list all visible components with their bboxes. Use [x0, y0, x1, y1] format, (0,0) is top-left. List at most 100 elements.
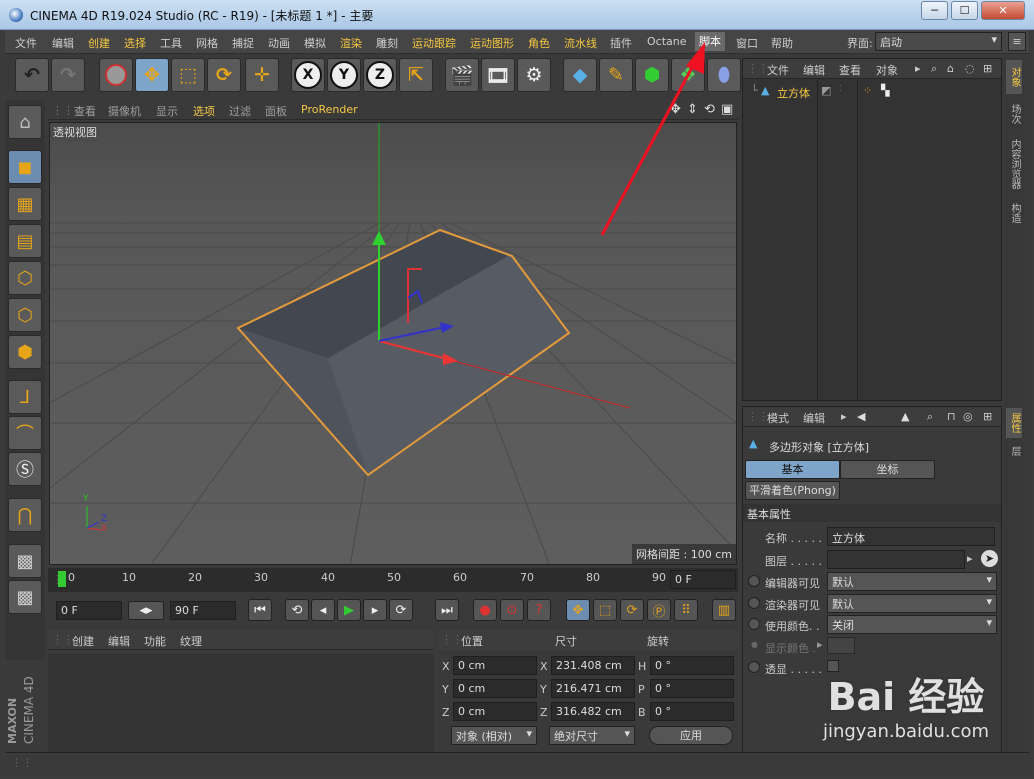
- apply-button[interactable]: 应用: [649, 726, 733, 745]
- axis-mode-button[interactable]: ⅃: [8, 380, 42, 414]
- material-menu-create[interactable]: 创建: [72, 633, 94, 649]
- next-frame-button[interactable]: ▸: [363, 599, 387, 621]
- attr-new-window-icon[interactable]: ⊞: [983, 410, 992, 423]
- render-settings-button[interactable]: ⚙: [517, 58, 551, 92]
- layer-field[interactable]: [827, 550, 965, 569]
- viewport-menu-camera[interactable]: 摄像机: [108, 103, 141, 119]
- pos-y-field[interactable]: 0 cm: [453, 679, 537, 698]
- playhead[interactable]: [58, 571, 66, 587]
- model-mode-button[interactable]: ◼: [8, 150, 42, 184]
- tab-phong[interactable]: 平滑着色(Phong): [745, 481, 840, 500]
- use-color-animate-icon[interactable]: [748, 618, 760, 630]
- rot-b-field[interactable]: 0 °: [650, 702, 734, 721]
- magnet-button[interactable]: ⋂: [8, 498, 42, 532]
- rotate-tool-button[interactable]: ⟳: [207, 58, 241, 92]
- previous-frame-button[interactable]: ◂: [311, 599, 335, 621]
- attr-menu-mode[interactable]: 模式: [767, 410, 789, 426]
- menu-sculpt[interactable]: 雕刻: [376, 35, 398, 51]
- name-input[interactable]: 立方体: [827, 527, 995, 546]
- menu-edit[interactable]: 编辑: [52, 35, 74, 51]
- layout-menu-button[interactable]: ≡: [1008, 32, 1026, 51]
- undo-button[interactable]: ↶: [15, 58, 49, 92]
- tab-attributes[interactable]: 属性: [1006, 408, 1022, 438]
- key-position-button[interactable]: ✥: [566, 599, 590, 621]
- key-parameter-button[interactable]: Ⓟ: [647, 599, 671, 621]
- timeline-window-button[interactable]: ▥: [712, 599, 736, 621]
- menu-simulate[interactable]: 模拟: [304, 35, 326, 51]
- object-menu-file[interactable]: 文件: [767, 62, 789, 78]
- range-slider[interactable]: ◂▸: [128, 601, 164, 620]
- uvw-tag-icon[interactable]: ▚: [881, 84, 889, 97]
- xray-animate-icon[interactable]: [748, 661, 760, 673]
- y-axis-lock-button[interactable]: Y: [327, 58, 361, 92]
- timeline[interactable]: ⋮ 0 10 20 30 40 50 60 70 80 90 0 F: [48, 568, 738, 592]
- close-button[interactable]: ✕: [981, 1, 1025, 20]
- viewport-menu-display[interactable]: 显示: [156, 103, 178, 119]
- editor-visible-dropdown[interactable]: 默认: [827, 572, 997, 591]
- size-mode-dropdown[interactable]: 绝对尺寸: [549, 726, 635, 745]
- menu-character[interactable]: 角色: [528, 35, 550, 51]
- auto-keying-button[interactable]: ⊙: [500, 599, 524, 621]
- layer-picker-icon[interactable]: ➤: [981, 550, 998, 567]
- menu-file[interactable]: 文件: [15, 35, 37, 51]
- polygons-mode-button[interactable]: ⬢: [8, 335, 42, 369]
- tab-layers[interactable]: 层: [1006, 442, 1022, 460]
- tab-basic[interactable]: 基本: [745, 460, 840, 479]
- workplane-button[interactable]: ▤: [8, 224, 42, 258]
- key-rotation-button[interactable]: ⟳: [620, 599, 644, 621]
- tweak-mode-button[interactable]: ⌒: [8, 416, 42, 450]
- menu-create[interactable]: 创建: [88, 35, 110, 51]
- viewport-toggle-icon[interactable]: ▣: [721, 102, 733, 117]
- snap-button[interactable]: Ⓢ: [8, 452, 42, 486]
- render-to-picture-viewer-button[interactable]: 🎞: [481, 58, 515, 92]
- menu-animate[interactable]: 动画: [268, 35, 290, 51]
- rot-h-field[interactable]: 0 °: [650, 656, 734, 675]
- object-search-icon[interactable]: ⌕: [931, 62, 937, 76]
- attr-up-icon[interactable]: ▲: [901, 410, 909, 423]
- layer-arrow-icon[interactable]: ▸: [967, 552, 973, 565]
- coordinate-system-button[interactable]: ⇱: [399, 58, 433, 92]
- viewport-menu-panel[interactable]: 面板: [265, 103, 287, 119]
- start-frame-field[interactable]: 0 F: [56, 601, 122, 620]
- layer-icon[interactable]: ◩: [821, 84, 831, 97]
- rot-p-field[interactable]: 0 °: [650, 679, 734, 698]
- object-new-window-icon[interactable]: ⊞: [983, 62, 992, 75]
- scale-tool-button[interactable]: ⬚: [171, 58, 205, 92]
- attr-search-icon[interactable]: ⌕: [927, 410, 933, 424]
- object-home-icon[interactable]: ⌂: [947, 62, 954, 75]
- object-row-cube[interactable]: └ ▲ 立方体 ◩ ⁚ ⁘ ▚: [745, 84, 1001, 102]
- object-menu-more-icon[interactable]: ▸: [915, 62, 921, 75]
- display-color-swatch[interactable]: [827, 637, 855, 654]
- menu-select[interactable]: 选择: [124, 35, 146, 51]
- minimize-button[interactable]: ─: [921, 1, 948, 20]
- texture-mode-button[interactable]: ▦: [8, 187, 42, 221]
- tab-coordinates[interactable]: 坐标: [840, 460, 935, 479]
- make-editable-button[interactable]: ⌂: [8, 105, 42, 139]
- render-visible-dropdown[interactable]: 默认: [827, 594, 997, 613]
- viewport-menu-prorender[interactable]: ProRender: [301, 103, 358, 116]
- tab-structure[interactable]: 构造: [1006, 198, 1022, 228]
- play-button[interactable]: ▶: [337, 599, 361, 621]
- z-axis-lock-button[interactable]: Z: [363, 58, 397, 92]
- object-visibility-icon[interactable]: ◌: [965, 62, 975, 75]
- previous-key-button[interactable]: ⟲: [285, 599, 309, 621]
- render-view-button[interactable]: 🎬: [445, 58, 479, 92]
- visibility-dots-icon[interactable]: ⁚: [839, 84, 842, 93]
- size-z-field[interactable]: 316.482 cm: [551, 702, 635, 721]
- maximize-button[interactable]: ☐: [951, 1, 978, 20]
- tab-takes[interactable]: 场次: [1006, 98, 1022, 130]
- go-to-start-button[interactable]: ⏮: [248, 599, 272, 621]
- material-menu-function[interactable]: 功能: [144, 633, 166, 649]
- edges-mode-button[interactable]: ⬡: [8, 298, 42, 332]
- attr-back-icon[interactable]: ◀: [857, 410, 865, 423]
- material-menu-edit[interactable]: 编辑: [108, 633, 130, 649]
- live-select-button[interactable]: [99, 58, 133, 92]
- material-menu-texture[interactable]: 纹理: [180, 633, 202, 649]
- recent-tool-button[interactable]: ✛: [245, 58, 279, 92]
- pos-z-field[interactable]: 0 cm: [453, 702, 537, 721]
- menu-help[interactable]: 帮助: [771, 35, 793, 51]
- go-to-end-button[interactable]: ⏭: [435, 599, 459, 621]
- keyframe-selection-button[interactable]: ?: [527, 599, 551, 621]
- record-keys-button[interactable]: ●: [473, 599, 497, 621]
- coord-mode-dropdown[interactable]: 对象 (相对): [451, 726, 537, 745]
